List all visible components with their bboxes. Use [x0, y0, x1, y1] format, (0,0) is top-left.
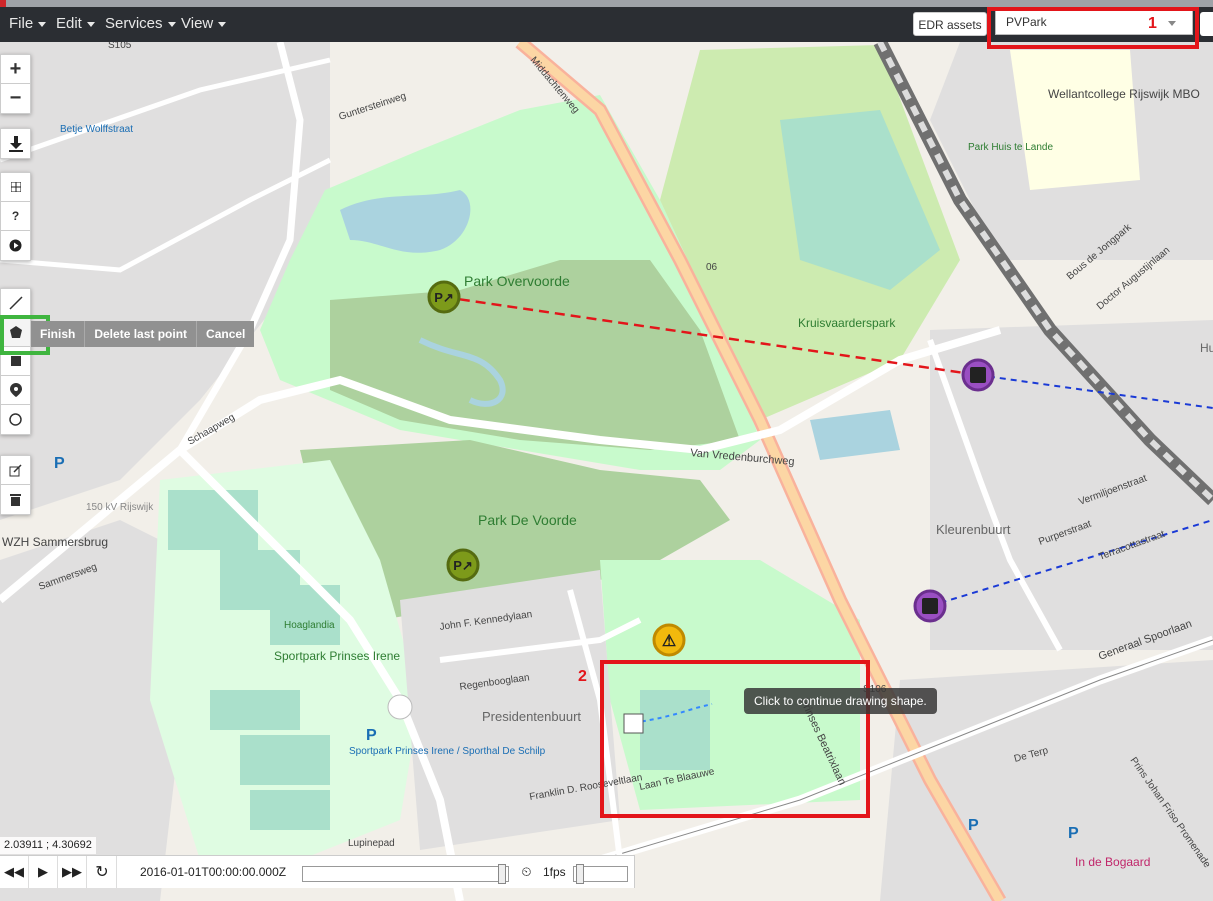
label-park-overvoorde: Park Overvoorde [464, 273, 570, 289]
chevron-down-icon [38, 21, 47, 27]
label-huis-t: Huis t [1200, 341, 1213, 355]
chevron-down-icon [218, 21, 227, 27]
label-06: 06 [706, 262, 718, 273]
zoom-control: + − [0, 54, 31, 114]
coordinates-readout: 2.03911 ; 4.30692 [0, 837, 96, 854]
label-s105: S105 [108, 42, 132, 51]
menu-services[interactable]: Services [105, 15, 176, 32]
edit-toolbar [0, 455, 31, 515]
menu-view[interactable]: View [181, 15, 227, 32]
label-hoaglandia: Hoaglandia [284, 620, 335, 631]
step-forward-icon[interactable]: ▶▶ [58, 856, 87, 888]
current-time: 2016-01-01T00:00:00.000Z [140, 865, 287, 879]
annotation-label-2: 2 [578, 668, 587, 685]
parking-icon: P [968, 817, 979, 834]
help-icon[interactable]: ? [1, 202, 30, 231]
label-sportpark-sporthal: Sportpark Prinses Irene / Sporthal De Sc… [349, 746, 546, 757]
parking-icon: P [54, 455, 65, 472]
asset-marker-1[interactable] [961, 358, 995, 392]
annotation-label-1: 1 [1148, 15, 1157, 32]
edit-icon[interactable] [1, 456, 30, 485]
menu-file[interactable]: File [9, 15, 47, 32]
draw-toolbar [0, 288, 31, 435]
fps-label: 1fps [543, 865, 566, 879]
chevron-down-icon [167, 21, 176, 27]
overflow-button[interactable] [1200, 12, 1213, 36]
loop-icon[interactable]: ↻ [88, 856, 117, 888]
parking-icon: P [366, 727, 377, 744]
draw-tooltip: Click to continue drawing shape. [744, 688, 937, 714]
speed-icon: ⏲ [521, 864, 532, 879]
play-icon[interactable]: ▶ [29, 856, 58, 888]
label-park-huis-te-lande: Park Huis te Lande [968, 142, 1053, 153]
label-kleurenbuurt: Kleurenbuurt [936, 522, 1011, 537]
draw-polyline-icon[interactable] [1, 289, 30, 318]
fps-slider[interactable] [573, 864, 628, 884]
edr-assets-button[interactable]: EDR assets [913, 12, 987, 36]
annotation-box-1 [987, 7, 1199, 49]
tools-control: ? [0, 172, 31, 261]
fps-slider-handle[interactable] [576, 864, 585, 884]
parking-icon: P [1068, 825, 1079, 842]
asset-marker-2[interactable] [913, 589, 947, 623]
draw-marker-icon[interactable] [1, 376, 30, 405]
draw-actions-bar: Finish Delete last point Cancel [31, 321, 255, 347]
download-icon[interactable] [1, 129, 30, 158]
pv-marker-devoorde[interactable]: P↗ [446, 548, 480, 582]
warning-marker[interactable]: ⚠ [652, 623, 686, 657]
finish-button[interactable]: Finish [31, 321, 84, 347]
label-wzh-sammersbrug: WZH Sammersbrug [2, 535, 108, 549]
time-control-bar: ◀◀ ▶ ▶▶ ↻ 2016-01-01T00:00:00.000Z ⏲ 1fp… [0, 855, 635, 888]
label-presidentenbuurt: Presidentenbuurt [482, 709, 581, 724]
zoom-in-button[interactable]: + [1, 55, 30, 84]
label-sportpark-prinses-irene: Sportpark Prinses Irene [274, 649, 400, 663]
svg-text:⚠: ⚠ [662, 633, 676, 650]
download-control [0, 128, 31, 159]
zoom-out-button[interactable]: − [1, 84, 30, 113]
label-in-de-bogaard: In de Bogaard [1075, 855, 1150, 869]
delete-last-point-button[interactable]: Delete last point [84, 321, 196, 347]
window-title-strip [0, 0, 1213, 7]
play-circle-icon[interactable] [1, 231, 30, 260]
cancel-button[interactable]: Cancel [196, 321, 254, 347]
label-kruisvaarderspark: Kruisvaarderspark [798, 316, 896, 330]
step-back-icon[interactable]: ◀◀ [0, 856, 29, 888]
chevron-down-icon [86, 21, 95, 27]
svg-text:P↗: P↗ [434, 290, 454, 305]
label-park-de-voorde: Park De Voorde [478, 512, 577, 528]
trash-icon[interactable] [1, 485, 30, 514]
label-lupinepad: Lupinepad [348, 838, 395, 849]
label-wellantcollege: Wellantcollege Rijswijk MBO [1048, 87, 1200, 101]
svg-text:P↗: P↗ [453, 558, 473, 573]
time-slider[interactable] [302, 864, 509, 884]
time-slider-handle[interactable] [498, 864, 507, 884]
pv-marker-overvoorde[interactable]: P↗ [427, 280, 461, 314]
label-150kv-rijswijk: 150 kV Rijswijk [86, 502, 154, 513]
menu-edit[interactable]: Edit [56, 15, 95, 32]
grid-icon[interactable] [1, 173, 30, 202]
draw-circle-icon[interactable] [1, 405, 30, 434]
annotation-box-2 [600, 660, 870, 818]
label-betje-wolffstraat: Betje Wolffstraat [60, 124, 133, 135]
